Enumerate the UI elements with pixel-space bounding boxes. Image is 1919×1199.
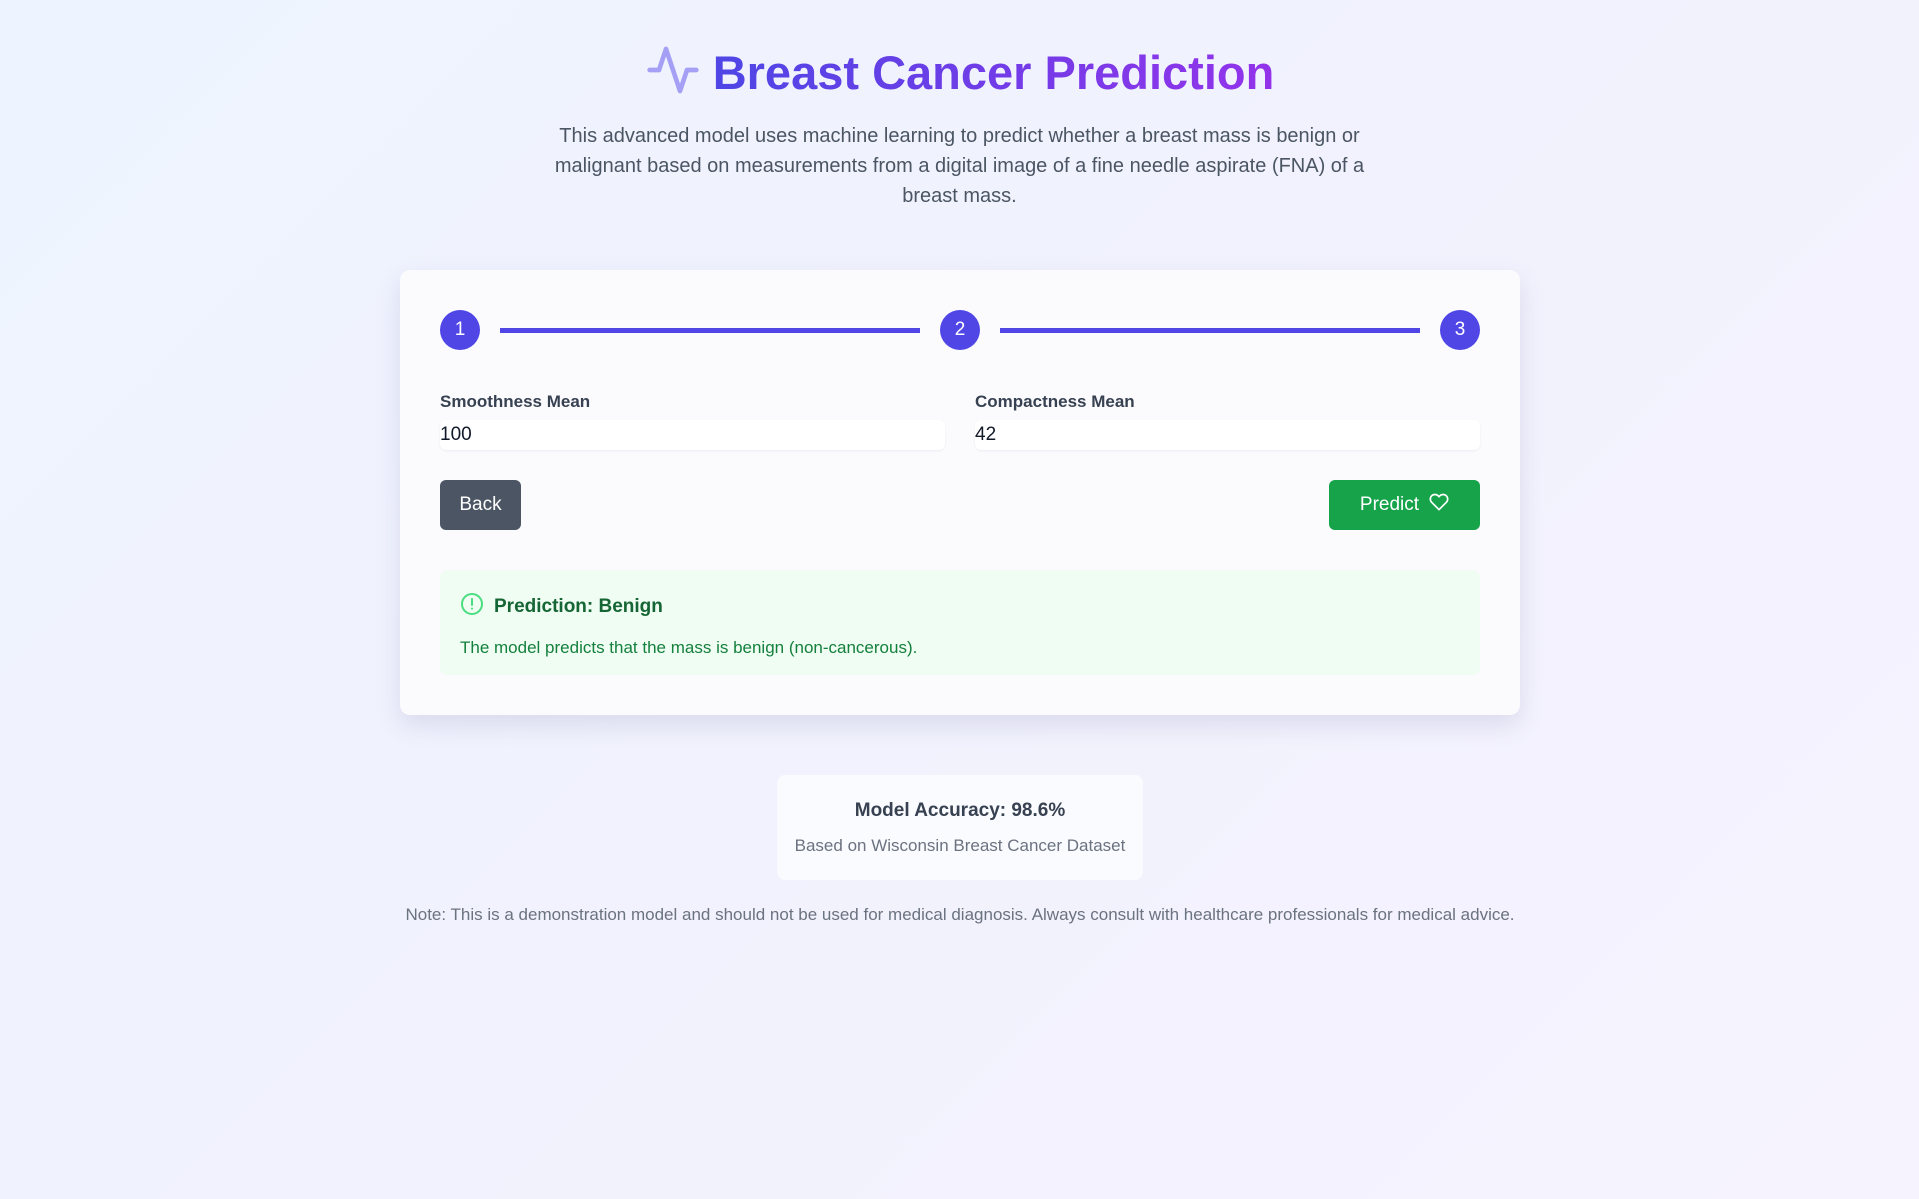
heart-icon	[1429, 492, 1449, 518]
accuracy-box: Model Accuracy: 98.6% Based on Wisconsin…	[777, 775, 1143, 880]
step-3: 3	[1440, 310, 1480, 350]
step-1: 1	[440, 310, 480, 350]
activity-icon	[645, 42, 701, 103]
result-title: Prediction: Benign	[494, 596, 663, 617]
prediction-card: 1 2 3 Smoothness Mean Compactness Mean B…	[400, 270, 1520, 715]
alert-circle-icon	[460, 592, 484, 622]
page-title: Breast Cancer Prediction	[713, 43, 1275, 103]
disclaimer-note: Note: This is a demonstration model and …	[405, 905, 1515, 924]
smoothness-mean-field: Smoothness Mean	[440, 392, 945, 450]
step-2: 2	[940, 310, 980, 350]
back-label: Back	[459, 494, 502, 515]
compactness-mean-input[interactable]	[975, 420, 1480, 450]
compactness-mean-label: Compactness Mean	[975, 392, 1135, 411]
prediction-result: Prediction: Benign The model predicts th…	[440, 570, 1480, 675]
step-connector	[1000, 327, 1420, 333]
smoothness-mean-label: Smoothness Mean	[440, 392, 591, 411]
accuracy-subtitle: Based on Wisconsin Breast Cancer Dataset	[794, 836, 1126, 855]
compactness-mean-field: Compactness Mean	[975, 392, 1480, 450]
result-text: The model predicts that the mass is beni…	[460, 638, 918, 657]
header: Breast Cancer Prediction This advanced m…	[0, 0, 1919, 211]
step-indicator: 1 2 3	[440, 310, 1480, 350]
accuracy-title: Model Accuracy: 98.6%	[854, 800, 1066, 821]
predict-label: Predict	[1359, 494, 1420, 515]
smoothness-mean-input[interactable]	[440, 420, 945, 450]
page-description: This advanced model uses machine learnin…	[554, 125, 1365, 207]
step-connector	[500, 327, 920, 333]
back-button[interactable]: Back	[440, 480, 521, 530]
predict-button[interactable]: Predict	[1329, 480, 1480, 530]
